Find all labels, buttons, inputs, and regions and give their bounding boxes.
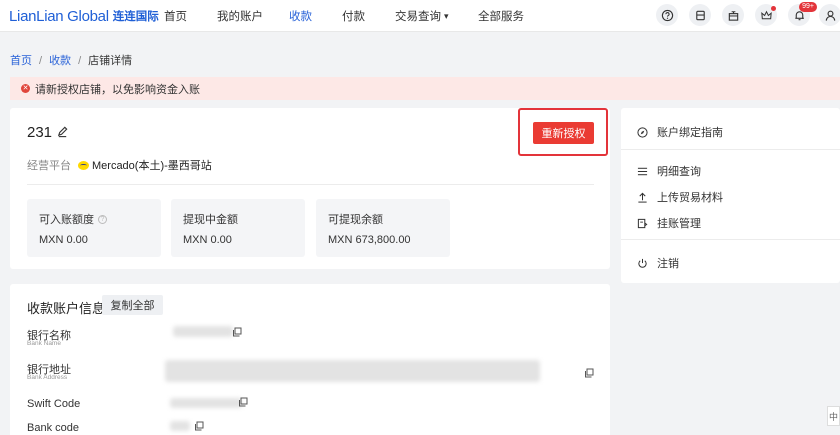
copy-icon[interactable] (232, 327, 242, 337)
bell-icon[interactable]: 99+ (788, 2, 817, 26)
nav-item-transactions[interactable]: 交易查询 ▾ (395, 8, 449, 24)
sidebar-item-binding-guide[interactable]: 账户绑定指南 (637, 124, 723, 140)
mercado-logo-icon (78, 160, 89, 170)
crown-badge-dot (771, 6, 776, 11)
redacted-bank-code (170, 421, 190, 431)
copy-icon[interactable] (238, 397, 248, 407)
sidebar-item-label: 账户绑定指南 (657, 127, 723, 139)
sidebar-item-label: 明细查询 (657, 166, 701, 178)
list-icon (637, 167, 648, 175)
top-navigation: LianLian Global 连连国际 首页 我的账户 收款 付款 交易查询 ▾… (0, 0, 840, 32)
redacted-bank-name (173, 326, 233, 337)
document-icon[interactable] (689, 4, 711, 26)
reauthorize-button[interactable]: 重新授权 (533, 122, 594, 144)
divider (621, 149, 840, 150)
platform-label: 经营平台 (27, 160, 71, 172)
sidebar-item-label: 注销 (657, 258, 679, 270)
sidebar-item-label: 挂账管理 (657, 218, 701, 230)
stat-withdrawing: 提现中金额 MXN 0.00 (171, 199, 305, 257)
stat-value: MXN 673,800.00 (328, 234, 411, 246)
field-sub-bank-address: Bank Address (27, 374, 68, 381)
stat-value: MXN 0.00 (183, 234, 232, 246)
brand-name-cn: 连连国际 (112, 11, 159, 23)
nav-item-receive[interactable]: 收款 (289, 8, 312, 24)
divider (621, 239, 840, 240)
brand-logo[interactable]: LianLian Global 连连国际 (9, 7, 159, 25)
account-section-title: 收款账户信息 (27, 301, 106, 316)
breadcrumb-separator: / (78, 55, 82, 67)
edit-icon[interactable] (56, 125, 69, 138)
breadcrumb-receive[interactable]: 收款 (49, 55, 71, 67)
help-icon[interactable] (656, 4, 678, 26)
nav-item-all-services[interactable]: 全部服务 (478, 8, 524, 24)
info-icon[interactable]: ? (98, 214, 107, 224)
stat-label: 提现中金额 (183, 214, 238, 226)
sidebar-item-upload-trade[interactable]: 上传贸易材料 (637, 189, 723, 205)
divider (27, 184, 594, 185)
breadcrumb: 首页 / 收款 / 店铺详情 (10, 52, 132, 68)
sidebar-item-cancel-store[interactable]: 注销 (637, 255, 679, 271)
sidebar-item-label: 上传贸易材料 (657, 192, 723, 204)
copy-icon[interactable] (194, 421, 204, 431)
redacted-swift-code (170, 398, 242, 408)
upload-icon (638, 192, 647, 203)
breadcrumb-home[interactable]: 首页 (10, 55, 32, 67)
power-icon (638, 258, 647, 268)
platform-row: 经营平台 Mercado(本土)-墨西哥站 (27, 157, 212, 173)
gift-icon[interactable] (722, 4, 744, 26)
stat-label: 可入账额度 (39, 214, 94, 226)
breadcrumb-current: 店铺详情 (88, 55, 133, 67)
breadcrumb-separator: / (39, 55, 43, 67)
sidebar-item-pending-management[interactable]: 挂账管理 (637, 215, 701, 231)
nav-item-my-account[interactable]: 我的账户 (217, 8, 263, 24)
ledger-icon (637, 218, 648, 228)
stat-available-credit: 可入账额度? MXN 0.00 (27, 199, 161, 257)
crown-icon[interactable] (755, 4, 777, 26)
field-sub-bank-name: Bank Name (27, 340, 61, 347)
reauthorize-alert: ✕ 请新授权店铺，以免影响资金入账 (10, 77, 840, 100)
alert-message: 请新授权店铺，以免影响资金入账 (35, 83, 200, 96)
compass-icon (637, 126, 648, 138)
error-icon: ✕ (21, 84, 30, 93)
store-info-card: 231 重新授权 经营平台 Mercado(本土)-墨西哥站 可入账额度? MX… (10, 108, 610, 269)
nav-item-pay[interactable]: 付款 (342, 8, 365, 24)
nav-item-transactions-label: 交易查询 (395, 11, 441, 23)
stat-value: MXN 0.00 (39, 234, 88, 246)
stat-label: 可提现余额 (328, 214, 383, 226)
user-avatar-icon[interactable] (819, 4, 840, 26)
copy-icon[interactable] (584, 368, 594, 378)
nav-item-home[interactable]: 首页 (164, 8, 187, 24)
reauthorize-highlight: 重新授权 (518, 108, 608, 156)
store-name: 231 (27, 124, 53, 141)
field-label-swift-code: Swift Code (27, 398, 81, 410)
redacted-bank-address (165, 360, 540, 382)
field-label-bank-code: Bank code (27, 422, 79, 434)
receiving-account-card: 收款账户信息 复制全部 银行名称 Bank Name 银行地址 Bank Add… (10, 284, 610, 435)
stat-withdrawable: 可提现余额 MXN 673,800.00 (316, 199, 450, 257)
sidebar-item-details[interactable]: 明细查询 (637, 163, 701, 179)
store-actions-sidebar: 账户绑定指南 明细查询 上传贸易材料 挂账管理 注销 (621, 108, 840, 283)
notification-badge: 99+ (799, 2, 817, 12)
platform-name: Mercado(本土)-墨西哥站 (92, 160, 212, 172)
chevron-down-icon: ▾ (444, 11, 449, 21)
copy-all-button[interactable]: 复制全部 (102, 295, 163, 315)
floating-language-tab[interactable]: 中 (827, 406, 840, 426)
brand-name-en: LianLian Global (9, 7, 109, 25)
